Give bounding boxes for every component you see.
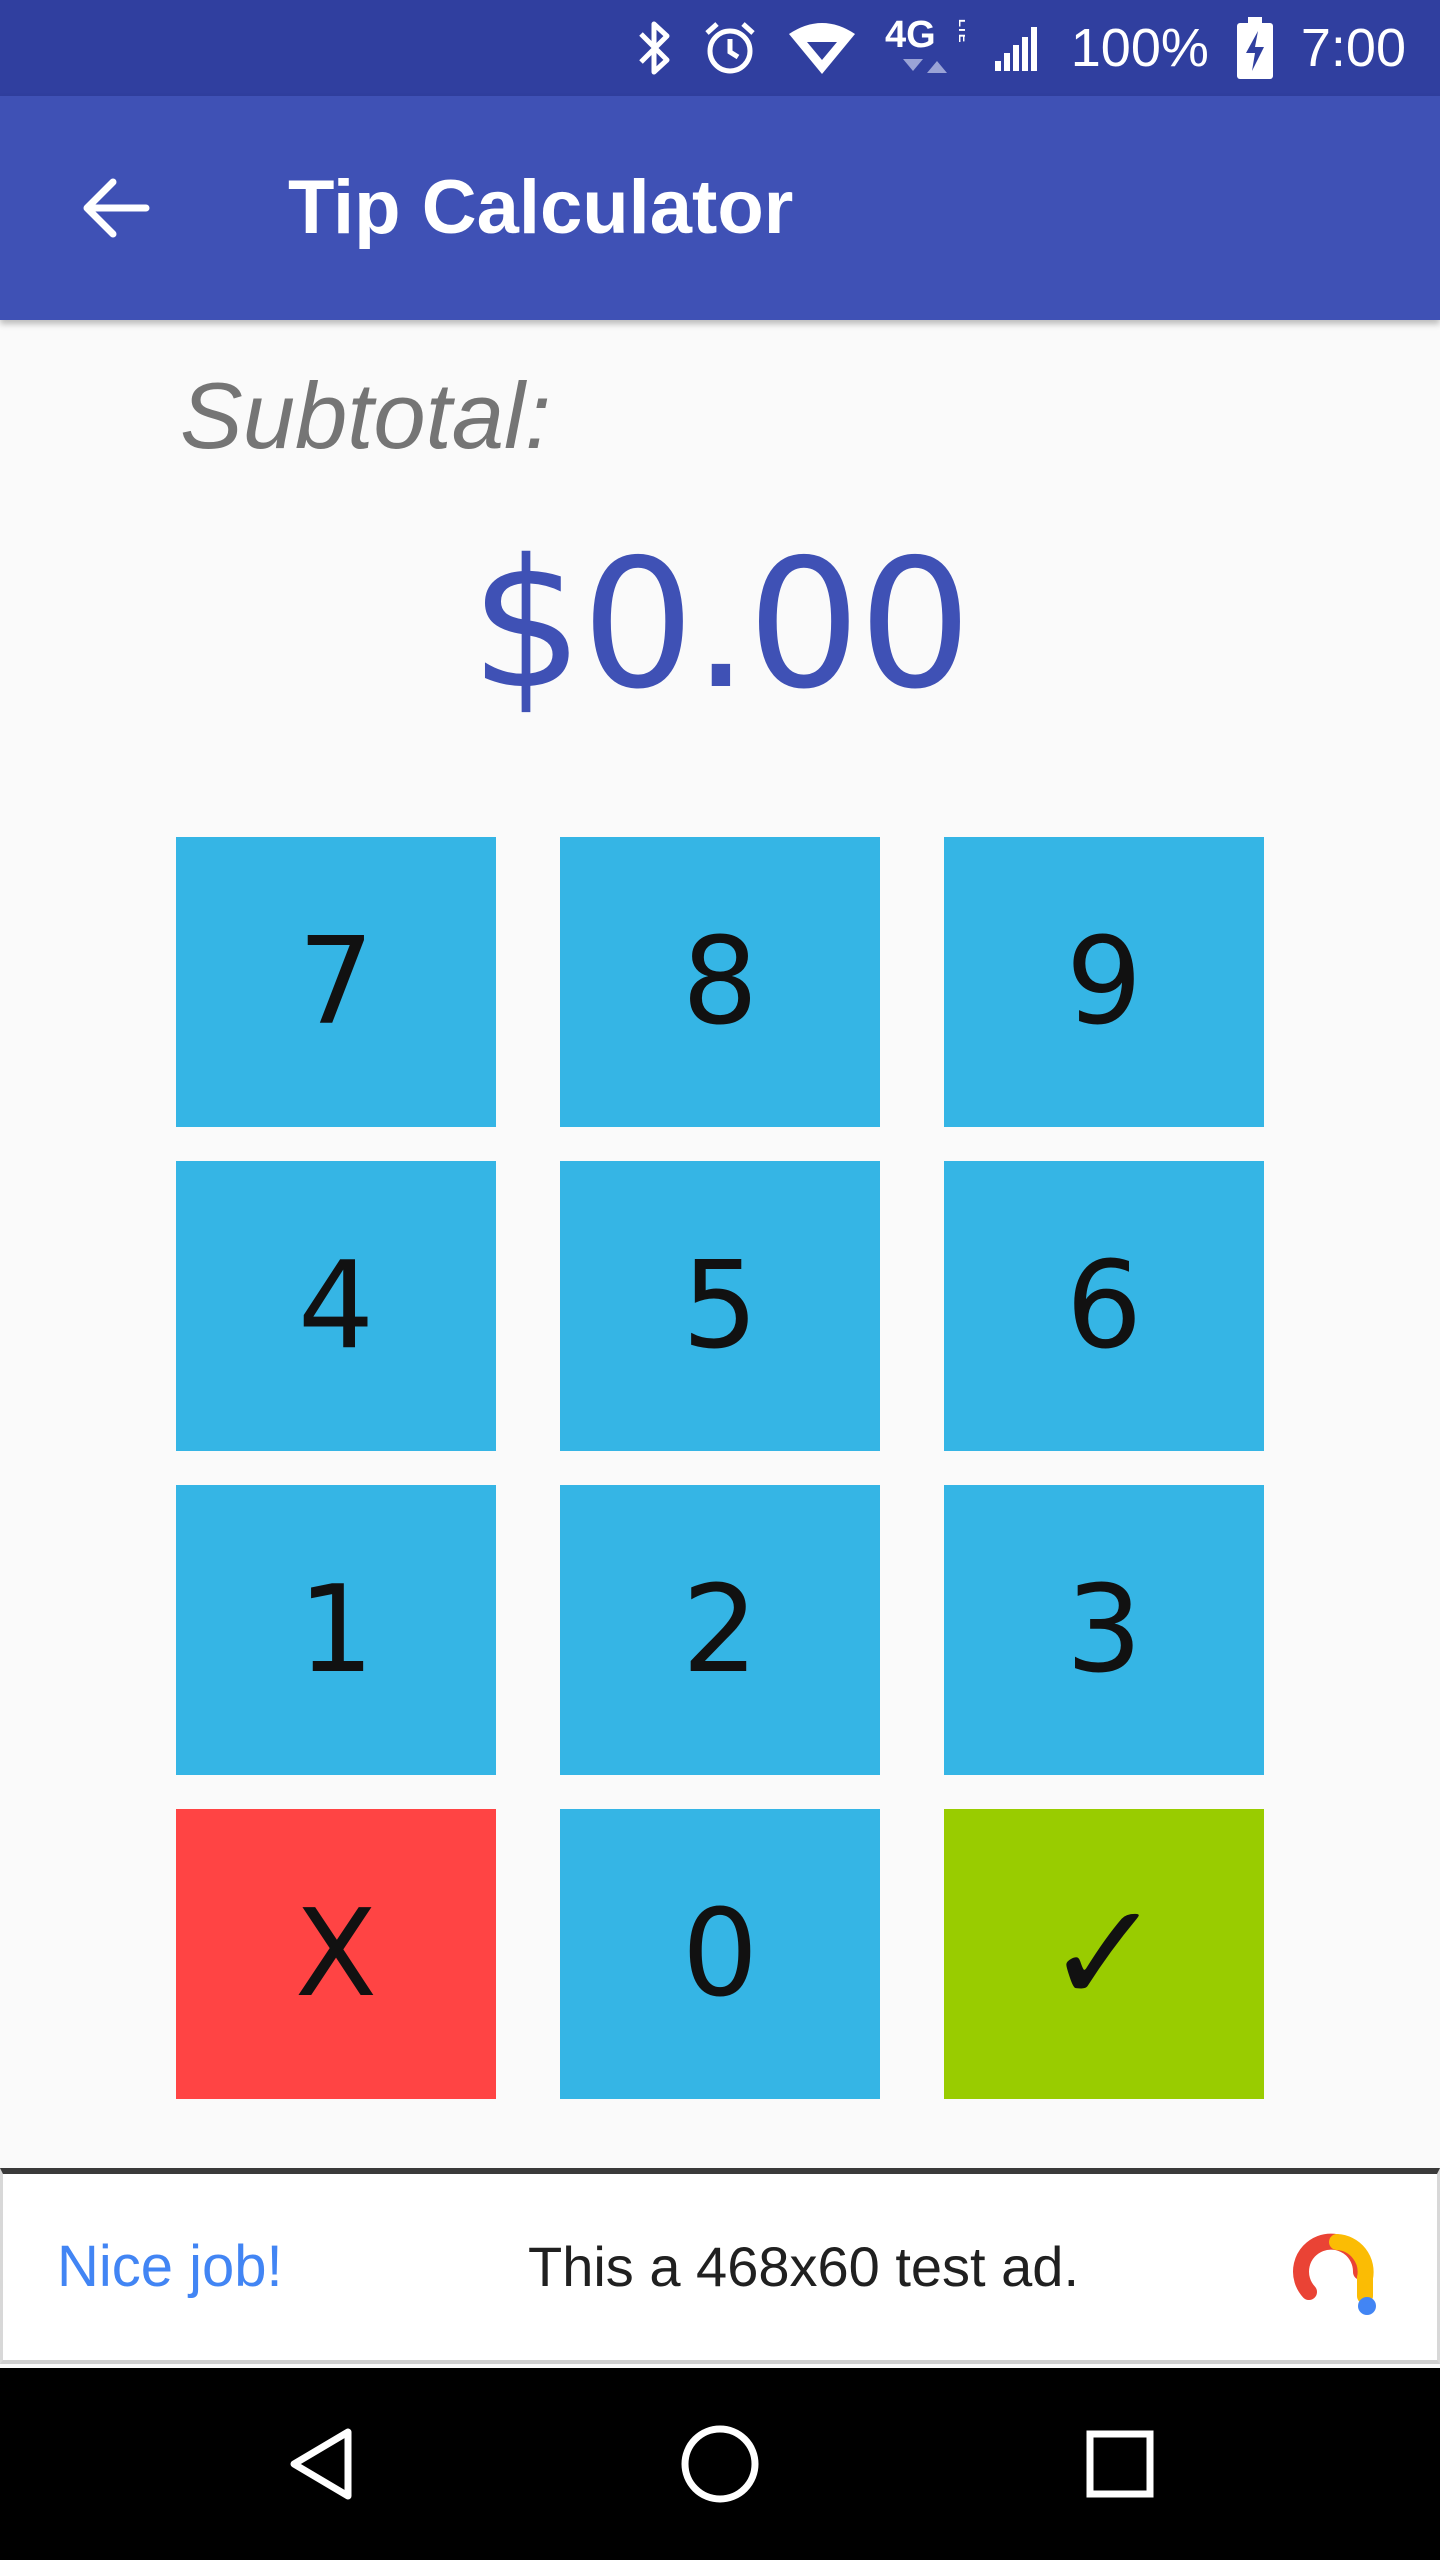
key-label: 6	[1065, 1236, 1143, 1376]
key-5[interactable]: 5	[560, 1161, 880, 1451]
ad-logo-icon[interactable]	[1289, 2222, 1385, 2318]
alarm-icon	[701, 0, 759, 96]
check-icon: ✓	[1045, 1872, 1163, 2036]
battery-percent: 100%	[1070, 18, 1209, 78]
ad-body[interactable]: This a 468x60 test ad.	[528, 2174, 1079, 2360]
nav-recents-button[interactable]	[1060, 2404, 1180, 2524]
recents-square-icon	[1086, 2430, 1154, 2498]
nav-home-button[interactable]	[660, 2404, 780, 2524]
keypad: 7 8 9 4 5 6 1 2 3 X 0 ✓	[176, 837, 1264, 2099]
confirm-button[interactable]: ✓	[944, 1809, 1264, 2099]
bluetooth-icon	[637, 0, 673, 96]
navigation-bar	[0, 2368, 1440, 2560]
key-2[interactable]: 2	[560, 1485, 880, 1775]
key-1[interactable]: 1	[176, 1485, 496, 1775]
key-6[interactable]: 6	[944, 1161, 1264, 1451]
key-3[interactable]: 3	[944, 1485, 1264, 1775]
key-label: X	[294, 1884, 378, 2024]
network-label: 4G	[885, 14, 936, 56]
back-button[interactable]	[56, 148, 176, 268]
signal-icon	[993, 0, 1043, 96]
subtotal-label: Subtotal:	[180, 363, 552, 468]
battery-charging-icon	[1236, 0, 1273, 96]
key-label: 7	[297, 912, 375, 1052]
clear-button[interactable]: X	[176, 1809, 496, 2099]
app-bar: Tip Calculator	[0, 96, 1440, 320]
wifi-icon	[787, 0, 857, 96]
status-bar: 4G LTE 100% 7:00	[0, 0, 1440, 96]
ad-banner[interactable]: Nice job! This a 468x60 test ad.	[0, 2168, 1440, 2364]
clock: 7:00	[1300, 18, 1406, 78]
page-title: Tip Calculator	[288, 165, 794, 250]
4g-lte-icon: 4G LTE	[885, 0, 965, 96]
key-label: 2	[681, 1560, 759, 1700]
key-label: 0	[681, 1884, 759, 2024]
ad-headline[interactable]: Nice job!	[57, 2174, 283, 2360]
amount-display: $0.00	[470, 521, 972, 728]
key-label: 8	[681, 912, 759, 1052]
home-circle-icon	[681, 2425, 759, 2503]
key-7[interactable]: 7	[176, 837, 496, 1127]
key-9[interactable]: 9	[944, 837, 1264, 1127]
key-8[interactable]: 8	[560, 837, 880, 1127]
key-4[interactable]: 4	[176, 1161, 496, 1451]
key-label: 1	[297, 1560, 375, 1700]
key-label: 3	[1065, 1560, 1143, 1700]
key-0[interactable]: 0	[560, 1809, 880, 2099]
nav-back-button[interactable]	[262, 2404, 382, 2524]
network-sub-label: LTE	[956, 19, 965, 43]
key-label: 4	[297, 1236, 375, 1376]
key-label: 5	[681, 1236, 759, 1376]
key-label: 9	[1065, 912, 1143, 1052]
arrow-back-icon	[83, 178, 150, 238]
back-triangle-icon	[290, 2428, 352, 2500]
